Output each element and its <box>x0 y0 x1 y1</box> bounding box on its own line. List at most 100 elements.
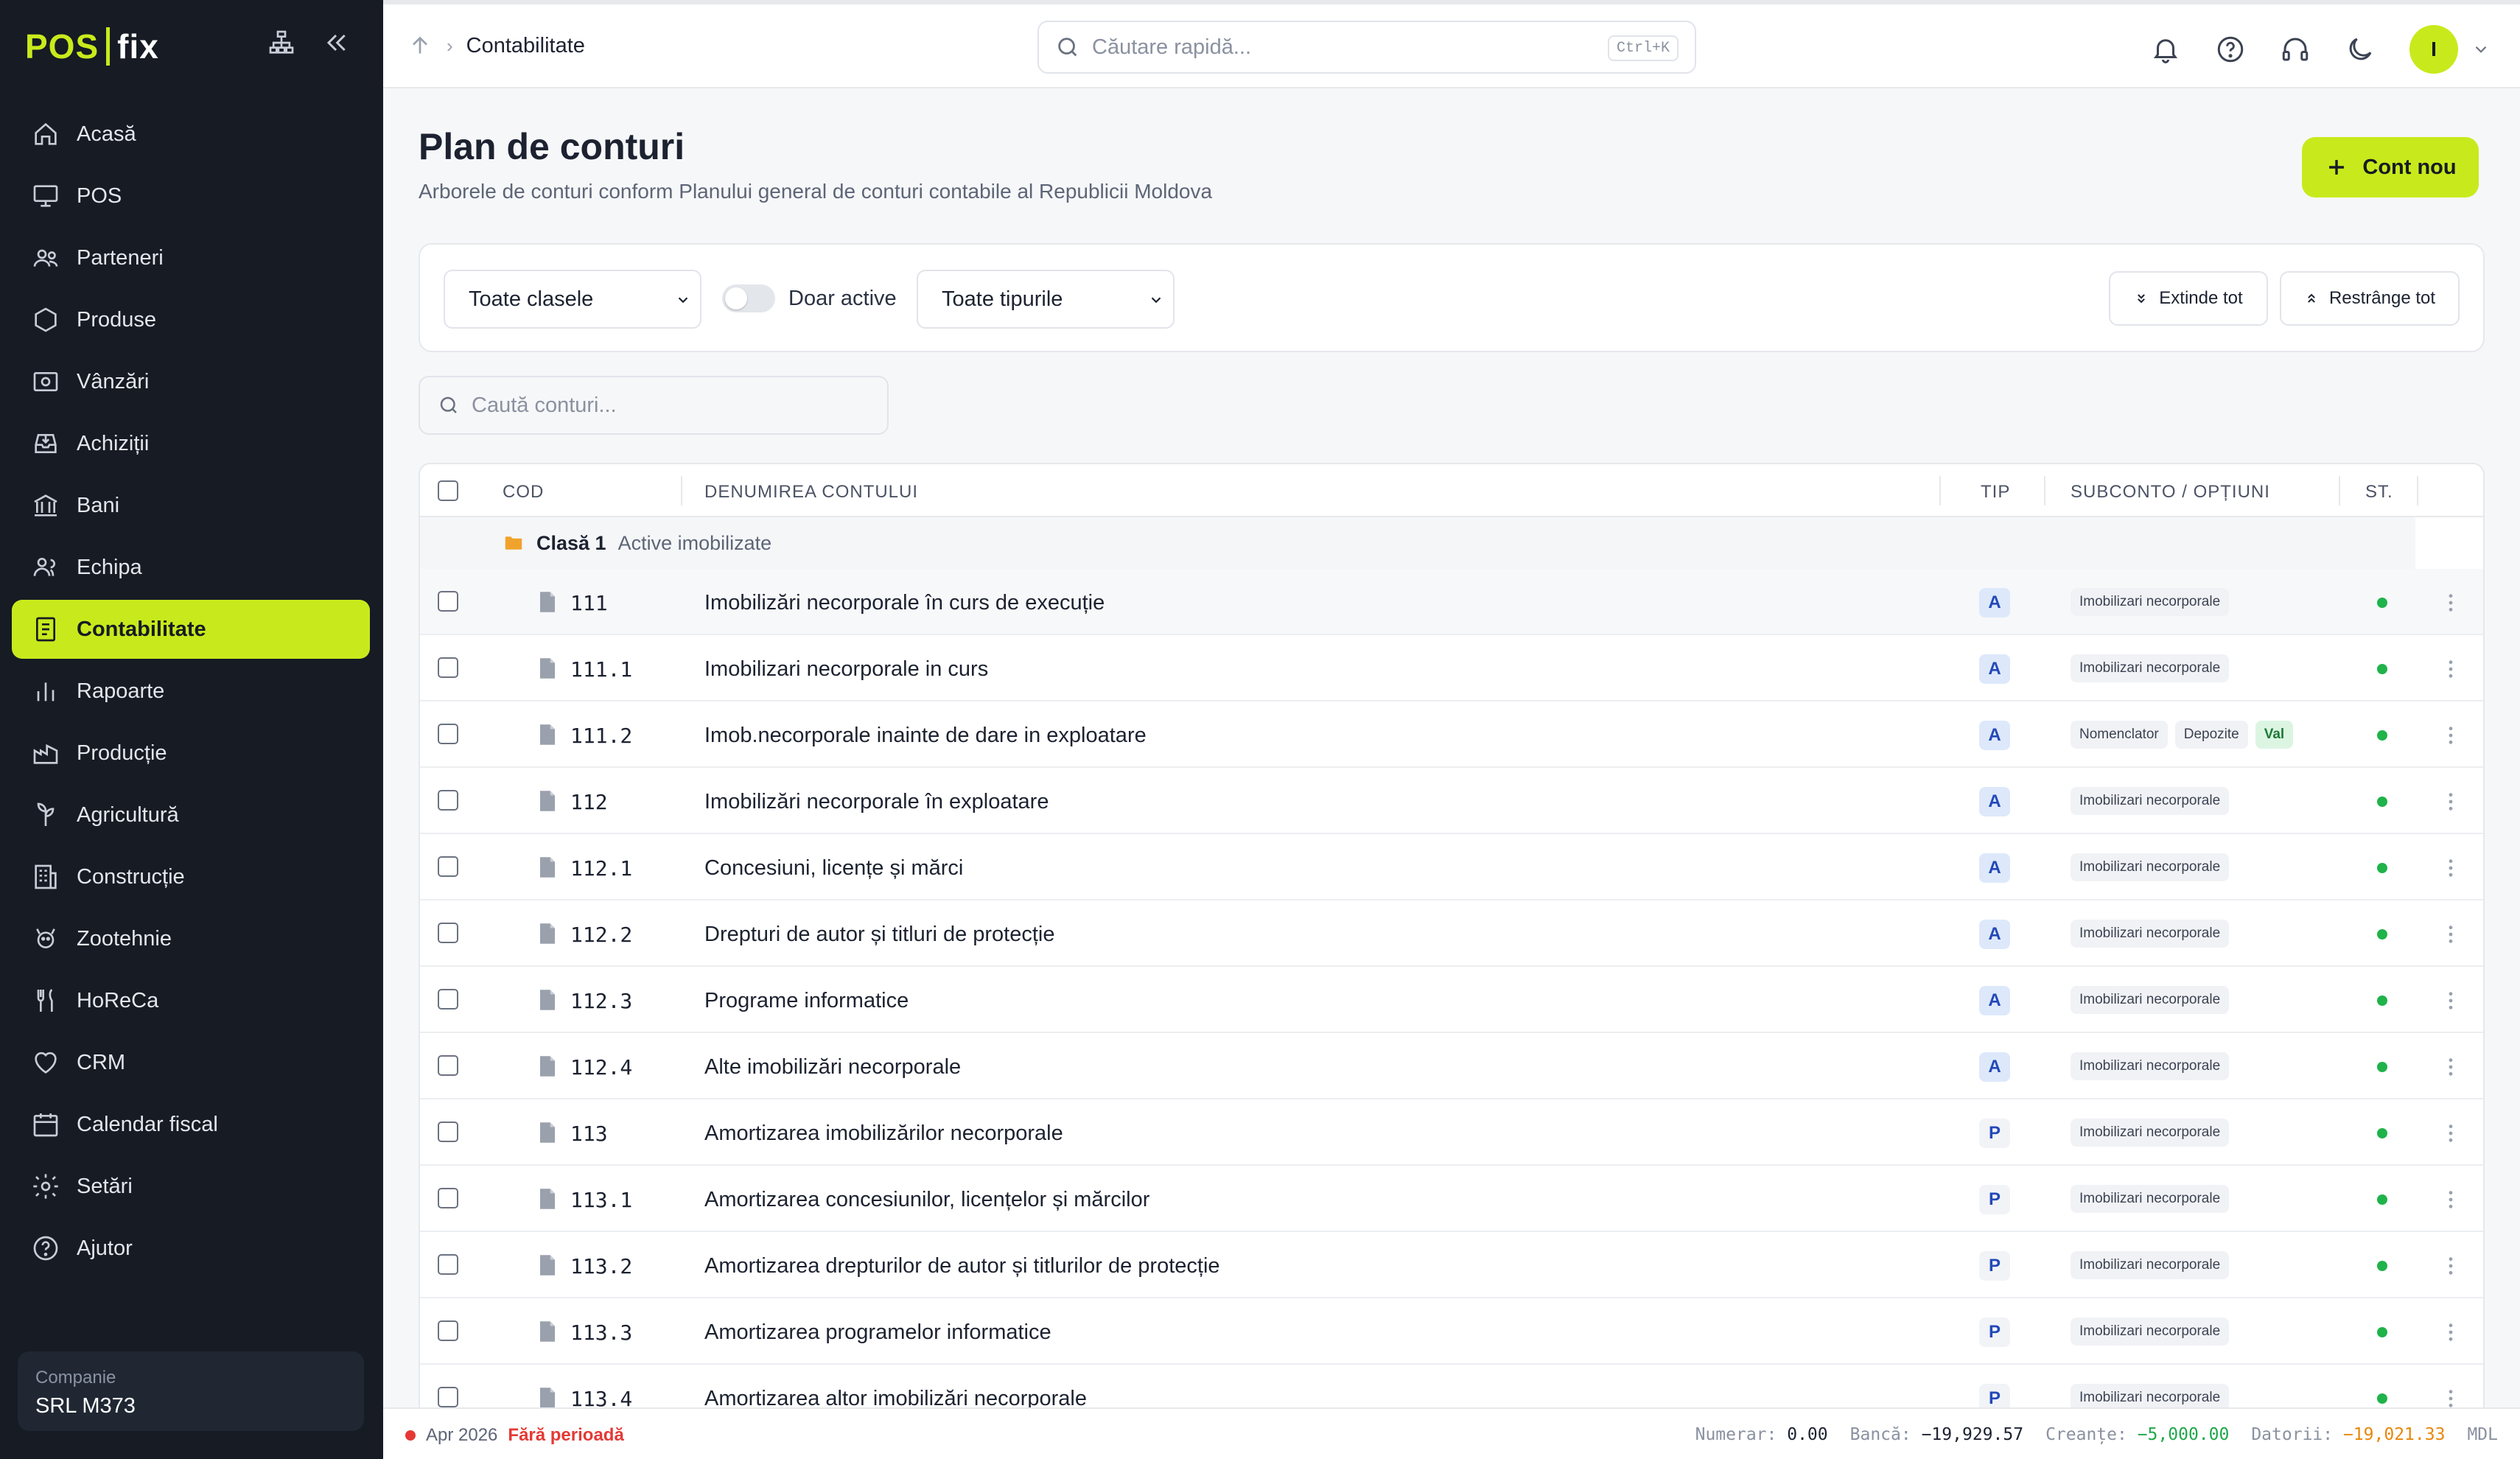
sidebar-item-echipa[interactable]: Echipa <box>12 538 370 597</box>
table-row[interactable]: 111.1 Imobilizari necorporale in curs A Imo… <box>420 635 2483 701</box>
header-name[interactable]: DENUMIREA CONTULUI <box>704 482 918 503</box>
table-row[interactable]: 112.2 Drepturi de autor și titluri de pro… <box>420 900 2483 967</box>
help-circle-icon[interactable] <box>2215 34 2246 65</box>
topbar-actions: I <box>2150 25 2491 74</box>
quick-search[interactable]: Ctrl+K <box>1037 21 1696 74</box>
row-checkbox[interactable] <box>438 724 458 744</box>
period-indicator[interactable]: Apr 2026 Fără perioadă <box>405 1425 624 1446</box>
more-vertical-icon[interactable] <box>2446 724 2455 747</box>
more-vertical-icon[interactable] <box>2446 1055 2455 1079</box>
table-row[interactable]: 111 Imobilizări necorporale în curs de ex… <box>420 569 2483 635</box>
more-vertical-icon[interactable] <box>2446 1320 2455 1344</box>
header-subconto[interactable]: SUBCONTO / OPȚIUNI <box>2071 482 2270 503</box>
row-checkbox[interactable] <box>438 989 458 1010</box>
row-checkbox[interactable] <box>438 657 458 678</box>
type-select[interactable]: Toate tipurile <box>917 270 1175 329</box>
org-tree-icon[interactable] <box>267 28 296 57</box>
sidebar-item-ajutor[interactable]: Ajutor <box>12 1219 370 1278</box>
row-checkbox[interactable] <box>438 856 458 877</box>
sidebar-item-achiziții[interactable]: Achiziții <box>12 414 370 473</box>
sidebar-item-contabilitate[interactable]: Contabilitate <box>12 600 370 659</box>
sidebar-item-calendar-fiscal[interactable]: Calendar fiscal <box>12 1095 370 1154</box>
sidebar-item-parteneri[interactable]: Parteneri <box>12 228 370 287</box>
sidebar-item-producție[interactable]: Producție <box>12 724 370 783</box>
sidebar-item-zootehnie[interactable]: Zootehnie <box>12 909 370 968</box>
company-switcher[interactable]: Companie SRL M373 <box>18 1351 364 1431</box>
table-row[interactable]: 113.2 Amortizarea drepturilor de autor și… <box>420 1232 2483 1298</box>
sidebar-item-rapoarte[interactable]: Rapoarte <box>12 662 370 721</box>
row-checkbox[interactable] <box>438 1055 458 1076</box>
table-row[interactable]: 112.1 Concesiuni, licențe și mărci A Imobil… <box>420 834 2483 900</box>
document-icon <box>540 592 555 612</box>
moon-icon[interactable] <box>2345 34 2376 65</box>
table-row[interactable]: 113.1 Amortizarea concesiunilor, licențel… <box>420 1166 2483 1232</box>
collapse-sidebar-icon[interactable] <box>321 28 351 57</box>
table-row[interactable]: 113.3 Amortizarea programelor informatice… <box>420 1298 2483 1365</box>
sidebar-item-acasă[interactable]: Acasă <box>12 105 370 164</box>
document-icon <box>540 857 555 878</box>
toggle-switch[interactable] <box>722 284 775 312</box>
sidebar-item-setări[interactable]: Setări <box>12 1157 370 1216</box>
subconto-tags: Imobilizari necorporale <box>2071 1318 2230 1346</box>
header-status[interactable]: ST. <box>2365 482 2393 503</box>
sidebar: POS fix Acasă POS Parteneri Produse Vânzări A… <box>0 0 383 1459</box>
sidebar-item-label: Achiziții <box>77 431 150 455</box>
sidebar-item-bani[interactable]: Bani <box>12 476 370 535</box>
more-vertical-icon[interactable] <box>2446 989 2455 1012</box>
header-code[interactable]: COD <box>503 482 544 503</box>
sidebar-item-crm[interactable]: CRM <box>12 1033 370 1092</box>
bell-icon[interactable] <box>2150 34 2181 65</box>
accounts-search[interactable] <box>419 376 889 435</box>
account-code: 111.1 <box>570 657 633 682</box>
expand-all-button[interactable]: Extinde tot <box>2109 271 2268 326</box>
sidebar-item-agricultură[interactable]: Agricultură <box>12 786 370 844</box>
class-select[interactable]: Toate clasele <box>444 270 701 329</box>
row-checkbox[interactable] <box>438 1320 458 1341</box>
header-type[interactable]: TIP <box>1981 482 2010 503</box>
sidebar-item-produse[interactable]: Produse <box>12 290 370 349</box>
active-only-toggle[interactable]: Doar active <box>722 284 897 312</box>
new-account-button[interactable]: Cont nou <box>2302 137 2479 197</box>
table-row[interactable]: 113 Amortizarea imobilizărilor necorporal… <box>420 1099 2483 1166</box>
app-logo[interactable]: POS fix <box>25 21 159 72</box>
table-row[interactable]: 113.4 Amortizarea altor imobilizări necor… <box>420 1365 2483 1412</box>
quick-search-input[interactable] <box>1092 35 1564 60</box>
more-vertical-icon[interactable] <box>2446 657 2455 681</box>
row-checkbox[interactable] <box>438 1122 458 1142</box>
account-type-badge: P <box>1979 1318 2010 1347</box>
table-row[interactable]: 112.4 Alte imobilizări necorporale A Imobil… <box>420 1033 2483 1099</box>
more-vertical-icon[interactable] <box>2446 1122 2455 1145</box>
row-checkbox[interactable] <box>438 1254 458 1275</box>
row-checkbox[interactable] <box>438 923 458 943</box>
row-checkbox[interactable] <box>438 591 458 612</box>
sidebar-item-construcție[interactable]: Construcție <box>12 847 370 906</box>
more-vertical-icon[interactable] <box>2446 923 2455 946</box>
document-icon <box>540 1189 555 1209</box>
table-row[interactable]: 112.3 Programe informatice A Imobilizari ne… <box>420 967 2483 1033</box>
headset-icon[interactable] <box>2280 34 2311 65</box>
collapse-all-button[interactable]: Restrânge tot <box>2280 271 2460 326</box>
row-checkbox[interactable] <box>438 790 458 811</box>
more-vertical-icon[interactable] <box>2446 1254 2455 1278</box>
more-vertical-icon[interactable] <box>2446 1188 2455 1211</box>
column-divider <box>681 476 682 505</box>
sidebar-item-horeca[interactable]: HoReCa <box>12 971 370 1030</box>
logo-divider <box>106 27 111 66</box>
user-menu[interactable]: I <box>2409 25 2491 74</box>
accounts-search-input[interactable] <box>472 393 884 418</box>
sidebar-item-vânzări[interactable]: Vânzări <box>12 352 370 411</box>
table-row[interactable]: 111.2 Imob.necorporale inainte de dare in… <box>420 701 2483 768</box>
account-type-badge: P <box>1979 1185 2010 1214</box>
cash-balance: Numerar: 0.00 <box>1695 1425 1828 1444</box>
more-vertical-icon[interactable] <box>2446 591 2455 615</box>
more-vertical-icon[interactable] <box>2446 790 2455 814</box>
row-checkbox[interactable] <box>438 1188 458 1208</box>
arrow-up-icon[interactable] <box>407 32 433 59</box>
more-vertical-icon[interactable] <box>2446 856 2455 880</box>
sidebar-item-pos[interactable]: POS <box>12 167 370 225</box>
select-all-checkbox[interactable] <box>438 480 458 501</box>
table-row[interactable]: 112 Imobilizări necorporale în exploatare… <box>420 768 2483 834</box>
class-group-row[interactable]: Clasă 1 Active imobilizate <box>420 517 2415 569</box>
row-checkbox[interactable] <box>438 1387 458 1407</box>
status-dot <box>2377 1062 2387 1072</box>
